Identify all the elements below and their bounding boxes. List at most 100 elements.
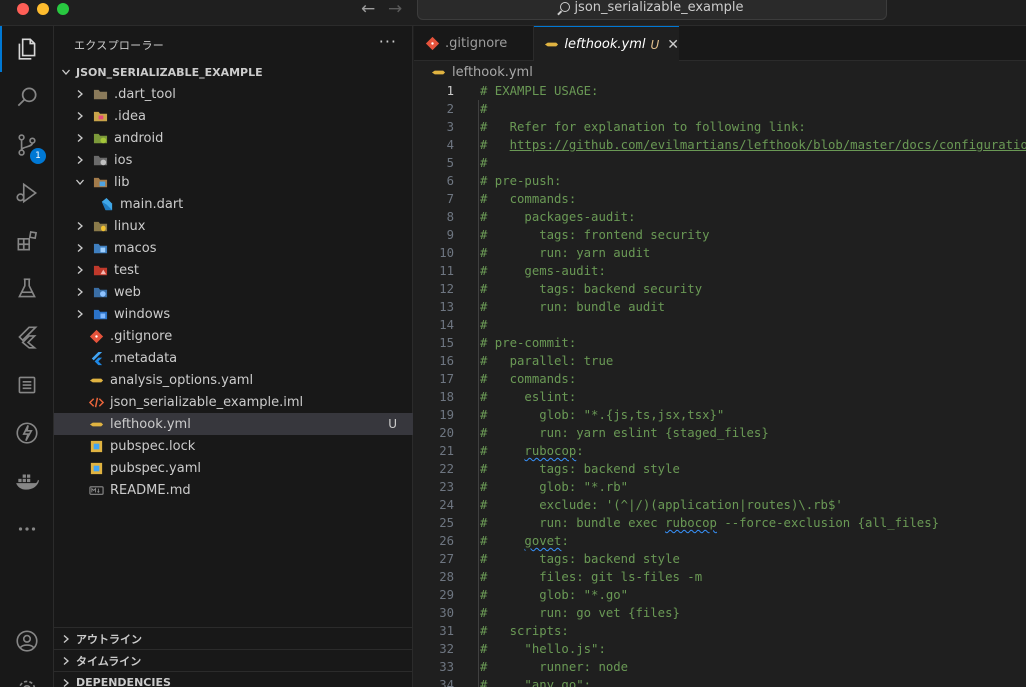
code-line[interactable]: 32 # "hello.js": [414,640,1026,658]
line-number: 29 [439,588,454,602]
code-line[interactable]: 19 # glob: "*.{js,ts,jsx,tsx}" [414,406,1026,424]
tree-item-lefthook[interactable]: lefthook.yml U [54,413,413,435]
tree-item-metadata[interactable]: .metadata [54,347,413,369]
line-number: 34 [439,678,454,687]
code-text: # "any.go": [480,678,592,687]
run-debug-activity[interactable] [0,170,54,216]
forward-arrow-icon[interactable]: → [388,0,402,19]
tree-item-test[interactable]: test [54,259,413,281]
code-line[interactable]: 17 # commands: [414,370,1026,388]
breadcrumb[interactable]: lefthook.yml [430,62,533,82]
code-line[interactable]: 24 # exclude: '(^|/)(application|routes)\… [414,496,1026,514]
notes-activity[interactable] [0,362,54,408]
code-line[interactable]: 23 # glob: "*.rb" [414,478,1026,496]
code-line[interactable]: 3 # Refer for explanation to following li… [414,118,1026,136]
code-line[interactable]: 16 # parallel: true [414,352,1026,370]
indent-guide [478,388,479,406]
close-icon[interactable]: ✕ [667,37,679,53]
tree-item-windows[interactable]: windows [54,303,413,325]
indent-guide [478,316,479,334]
tree-item-pubspec-lock[interactable]: pubspec.lock [54,435,413,457]
tree-item-linux[interactable]: linux [54,215,413,237]
source-control-activity[interactable]: 1 [0,122,54,168]
code-line[interactable]: 18 # eslint: [414,388,1026,406]
code-view[interactable]: 1 # EXAMPLE USAGE: 2 #3 # Refer for explanat… [414,82,1026,687]
code-line[interactable]: 13 # run: bundle audit [414,298,1026,316]
outline-panel-header[interactable]: アウトライン [54,627,413,649]
tree-item-label: macos [114,240,157,256]
tree-item-main-dart[interactable]: main.dart [54,193,413,215]
close-window-button[interactable] [17,3,29,15]
line-number: 7 [446,192,454,206]
tree-item-web[interactable]: web [54,281,413,303]
code-line[interactable]: 25 # run: bundle exec rubocop --force-exc… [414,514,1026,532]
explorer-activity[interactable] [0,26,54,72]
code-line[interactable]: 30 # run: go vet {files} [414,604,1026,622]
code-line[interactable]: 26 # govet: [414,532,1026,550]
indent-guide [478,208,479,226]
search-activity[interactable] [0,74,54,120]
code-line[interactable]: 4 # https://github.com/evilmartians/lefth… [414,136,1026,154]
yaml-file-icon [430,64,446,80]
extensions-activity[interactable] [0,218,54,264]
docker-activity[interactable] [0,458,54,504]
code-line[interactable]: 8 # packages-audit: [414,208,1026,226]
tree-item-macos[interactable]: macos [54,237,413,259]
code-line[interactable]: 12 # tags: backend security [414,280,1026,298]
code-line[interactable]: 33 # runner: node [414,658,1026,676]
lightning-activity[interactable] [0,410,54,456]
tree-item-ios[interactable]: ios [54,149,413,171]
workspace-root[interactable]: JSON_SERIALIZABLE_EXAMPLE [54,61,413,83]
code-line[interactable]: 5 # [414,154,1026,172]
command-center-search[interactable]: json_serializable_example [417,0,887,20]
tree-item-analysis-options[interactable]: analysis_options.yaml [54,369,413,391]
minimize-window-button[interactable] [37,3,49,15]
flutter-activity[interactable] [0,314,54,360]
tree-item-iml[interactable]: json_serializable_example.iml [54,391,413,413]
tree-item-dart-tool[interactable]: .dart_tool [54,83,413,105]
back-arrow-icon[interactable]: ← [361,0,375,19]
code-line[interactable]: 22 # tags: backend style [414,460,1026,478]
indent-guide [478,118,479,136]
chevron-right-icon [74,154,86,166]
tree-item-idea[interactable]: .idea [54,105,413,127]
timeline-panel-header[interactable]: タイムライン [54,649,413,671]
code-line[interactable]: 31 # scripts: [414,622,1026,640]
code-line[interactable]: 14 # [414,316,1026,334]
tree-item-pubspec-yaml[interactable]: pubspec.yaml [54,457,413,479]
active-indicator [0,26,2,72]
testing-activity[interactable] [0,266,54,312]
chevron-down-icon [74,176,86,188]
dependencies-panel-header[interactable]: DEPENDENCIES [54,671,413,687]
code-line[interactable]: 1 # EXAMPLE USAGE: [414,82,1026,100]
tree-item-android[interactable]: android [54,127,413,149]
code-line[interactable]: 2 # [414,100,1026,118]
docker-icon [16,474,39,490]
tree-item-lib[interactable]: lib [54,171,413,193]
code-line[interactable]: 21 # rubocop: [414,442,1026,460]
code-line[interactable]: 11 # gems-audit: [414,262,1026,280]
code-line[interactable]: 15 # pre-commit: [414,334,1026,352]
manage-activity[interactable] [0,666,54,687]
chevron-right-icon [74,88,86,100]
tree-item-readme[interactable]: README.md [54,479,413,501]
code-line[interactable]: 28 # files: git ls-files -m [414,568,1026,586]
code-line[interactable]: 34 # "any.go": [414,676,1026,687]
code-line[interactable]: 9 # tags: frontend security [414,226,1026,244]
code-line[interactable]: 27 # tags: backend style [414,550,1026,568]
more-actions-icon[interactable]: ··· [379,32,397,51]
more-activity[interactable] [0,506,54,552]
zoom-window-button[interactable] [57,3,69,15]
code-text: # run: go vet {files} [480,606,680,620]
indent-guide [478,226,479,244]
code-line[interactable]: 6 # pre-push: [414,172,1026,190]
code-line[interactable]: 7 # commands: [414,190,1026,208]
code-line[interactable]: 29 # glob: "*.go" [414,586,1026,604]
code-line[interactable]: 10 # run: yarn audit [414,244,1026,262]
code-line[interactable]: 20 # run: yarn eslint {staged_files} [414,424,1026,442]
tab-gitignore[interactable]: .gitignore [414,26,534,61]
code-text: # glob: "*.go" [480,588,629,602]
accounts-activity[interactable] [0,618,54,664]
tab-lefthook[interactable]: lefthook.yml U ✕ [534,26,679,62]
tree-item-gitignore[interactable]: .gitignore [54,325,413,347]
